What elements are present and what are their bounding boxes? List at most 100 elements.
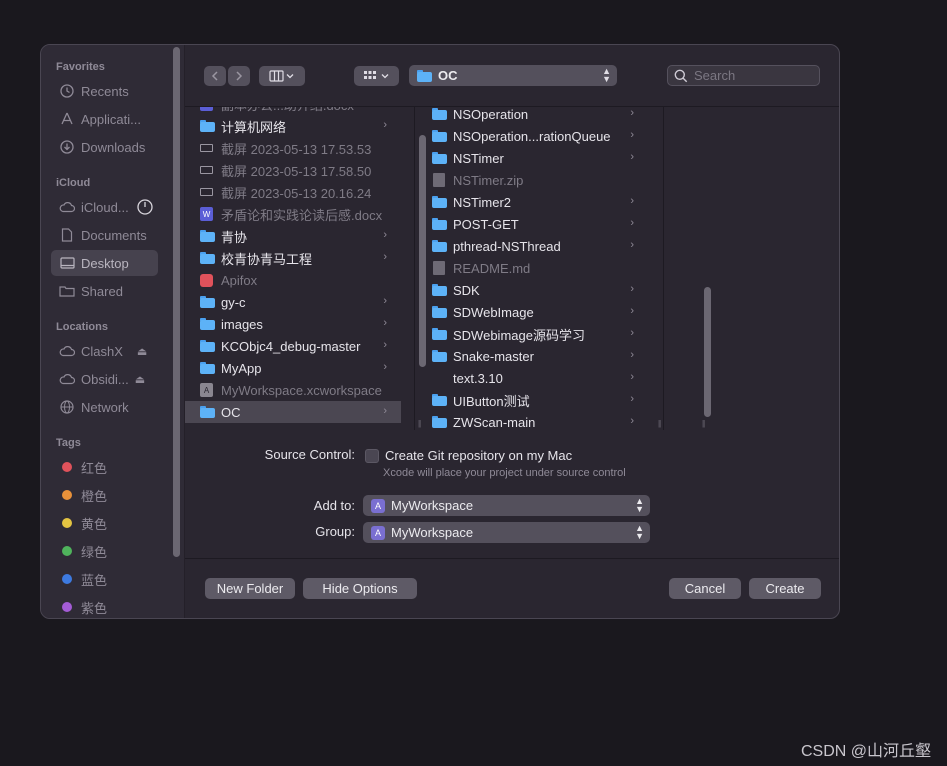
sidebar-item-network[interactable]: Network bbox=[51, 394, 158, 420]
file-row[interactable]: KCObjc4_debug-master › bbox=[185, 335, 401, 357]
file-row[interactable]: pthread-NSThread › bbox=[416, 235, 648, 257]
file-row[interactable]: README.md bbox=[416, 257, 648, 279]
hide-options-button[interactable]: Hide Options bbox=[303, 578, 417, 599]
drive-icon bbox=[59, 343, 75, 359]
file-row[interactable]: text.3.10 › bbox=[416, 367, 648, 389]
sidebar-item-obsidian[interactable]: Obsidi... ⏏ bbox=[51, 366, 158, 392]
sidebar-item-label: Documents bbox=[81, 227, 147, 243]
file-row[interactable]: NSTimer › bbox=[416, 147, 648, 169]
columns-view-icon bbox=[269, 70, 294, 82]
file-row[interactable]: MyApp › bbox=[185, 357, 401, 379]
cancel-button[interactable]: Cancel bbox=[669, 578, 741, 599]
file-row[interactable]: SDK › bbox=[416, 279, 648, 301]
folder-icon bbox=[417, 69, 432, 82]
sidebar-item-label: 紫色 bbox=[81, 600, 108, 616]
chevron-right-icon: › bbox=[383, 339, 387, 351]
file-row[interactable]: A MyWorkspace.xcworkspace bbox=[185, 379, 401, 401]
file-row[interactable]: 青协 › bbox=[185, 225, 401, 247]
git-checkbox[interactable] bbox=[365, 449, 379, 463]
file-row[interactable]: OC › bbox=[185, 401, 401, 423]
sidebar-item-tag[interactable]: 红色 bbox=[51, 454, 158, 480]
file-row[interactable]: 截屏 2023-05-13 17.53.53 bbox=[185, 137, 401, 159]
chevron-right-icon: › bbox=[630, 305, 634, 317]
chevron-right-icon: › bbox=[383, 405, 387, 417]
shared-folder-icon bbox=[59, 283, 75, 299]
file-row-label: KCObjc4_debug-master bbox=[221, 338, 361, 354]
sidebar-section-locations: Locations bbox=[56, 321, 108, 333]
file-row[interactable]: 校青协青马工程 › bbox=[185, 247, 401, 269]
forward-button[interactable] bbox=[228, 66, 250, 86]
file-row[interactable]: 截屏 2023-05-13 20.16.24 bbox=[185, 181, 401, 203]
file-row[interactable]: NSOperation...rationQueue › bbox=[416, 125, 648, 147]
file-row[interactable]: NSOperation › bbox=[416, 107, 648, 125]
group-popup[interactable]: A MyWorkspace ▲ ▼ bbox=[363, 522, 650, 543]
sidebar: Favorites Recents Applicati... Downloads… bbox=[41, 45, 185, 618]
chevron-right-icon: › bbox=[383, 229, 387, 241]
word-icon: W bbox=[200, 207, 213, 221]
sidebar-item-label: iCloud... bbox=[81, 199, 129, 215]
add-to-value: MyWorkspace bbox=[391, 498, 474, 513]
file-row[interactable]: Apifox bbox=[185, 269, 401, 291]
group-by-button[interactable] bbox=[354, 66, 399, 86]
path-popup[interactable]: OC ▲ ▼ bbox=[409, 65, 617, 86]
sidebar-item-desktop[interactable]: Desktop bbox=[51, 250, 158, 276]
file-row[interactable]: NSTimer.zip bbox=[416, 169, 648, 191]
column2-scrollbar[interactable] bbox=[704, 287, 711, 417]
file-row-label: README.md bbox=[453, 260, 531, 276]
file-row-label: SDWebImage bbox=[453, 304, 534, 320]
sidebar-item-clashx[interactable]: ClashX ⏏ bbox=[51, 338, 158, 364]
file-row[interactable]: Snake-master › bbox=[416, 345, 648, 367]
sidebar-item-tag[interactable]: 橙色 bbox=[51, 482, 158, 508]
column-resize-handle[interactable]: || bbox=[702, 419, 705, 428]
file-row[interactable]: UIButton测试 › bbox=[416, 389, 648, 411]
chevron-right-icon: › bbox=[383, 251, 387, 263]
desktop-icon bbox=[59, 255, 75, 271]
sidebar-item-downloads[interactable]: Downloads bbox=[51, 134, 158, 160]
git-checkbox-label[interactable]: Create Git repository on my Mac bbox=[385, 448, 572, 463]
search-icon bbox=[674, 69, 688, 82]
back-button[interactable] bbox=[204, 66, 226, 86]
sidebar-item-tag[interactable]: 紫色 bbox=[51, 594, 158, 618]
file-row-label: NSTimer2 bbox=[453, 194, 512, 210]
view-mode-button[interactable] bbox=[259, 66, 305, 86]
file-row[interactable]: 截屏 2023-05-13 17.58.50 bbox=[185, 159, 401, 181]
file-row[interactable]: POST-GET › bbox=[416, 213, 648, 235]
grid-view-icon bbox=[363, 71, 388, 79]
file-row[interactable]: 计算机网络 › bbox=[185, 115, 401, 137]
column1-scrollbar[interactable] bbox=[419, 135, 426, 367]
file-row[interactable]: W 副本办公...助介绍.docx bbox=[185, 107, 401, 115]
sidebar-item-shared[interactable]: Shared bbox=[51, 278, 158, 304]
sidebar-scrollbar[interactable] bbox=[173, 47, 180, 557]
sidebar-item-recents[interactable]: Recents bbox=[51, 78, 158, 104]
file-row-label: 副本办公...助介绍.docx bbox=[221, 107, 354, 114]
file-row[interactable]: images › bbox=[185, 313, 401, 335]
column-resize-handle[interactable]: || bbox=[418, 419, 421, 428]
sidebar-item-applications[interactable]: Applicati... bbox=[51, 106, 158, 132]
sidebar-item-tag[interactable]: 蓝色 bbox=[51, 566, 158, 592]
column-resize-handle[interactable]: || bbox=[658, 419, 661, 428]
add-to-popup[interactable]: A MyWorkspace ▲ ▼ bbox=[363, 495, 650, 516]
tag-dot-icon bbox=[59, 543, 75, 559]
file-row[interactable]: NSTimer2 › bbox=[416, 191, 648, 213]
sidebar-item-tag[interactable]: 黄色 bbox=[51, 510, 158, 536]
file-row[interactable]: ZWScan-main › bbox=[416, 411, 648, 430]
search-field[interactable]: Search bbox=[667, 65, 820, 86]
file-row[interactable]: W 矛盾论和实践论读后感.docx bbox=[185, 203, 401, 225]
file-row-label: SDK bbox=[453, 282, 480, 298]
sidebar-item-label: Applicati... bbox=[81, 111, 141, 127]
file-row[interactable]: gy-c › bbox=[185, 291, 401, 313]
eject-icon[interactable]: ⏏ bbox=[135, 373, 145, 386]
download-icon bbox=[59, 139, 75, 155]
file-row[interactable]: SDWebimage源码学习 › bbox=[416, 323, 648, 345]
chevron-right-icon: › bbox=[630, 151, 634, 163]
sidebar-item-documents[interactable]: Documents bbox=[51, 222, 158, 248]
chevron-right-icon: › bbox=[383, 361, 387, 373]
eject-icon[interactable]: ⏏ bbox=[137, 345, 147, 358]
chevron-right-icon: › bbox=[630, 129, 634, 141]
file-row[interactable]: SDWebImage › bbox=[416, 301, 648, 323]
create-button[interactable]: Create bbox=[749, 578, 821, 599]
sidebar-item-icloud-drive[interactable]: iCloud... bbox=[51, 194, 158, 220]
sidebar-item-tag[interactable]: 绿色 bbox=[51, 538, 158, 564]
new-folder-button[interactable]: New Folder bbox=[205, 578, 295, 599]
chevron-right-icon: › bbox=[630, 283, 634, 295]
